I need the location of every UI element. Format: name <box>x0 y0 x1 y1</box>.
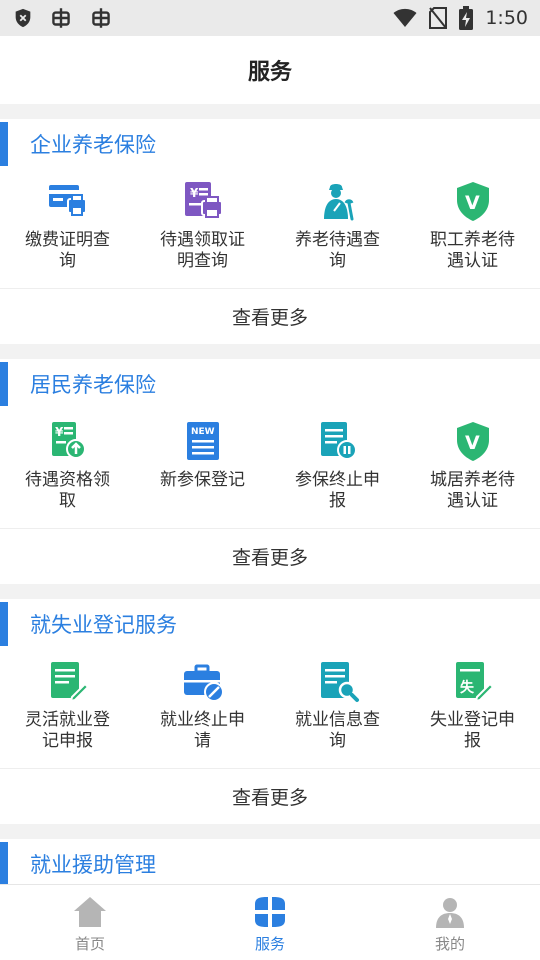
section-accent-bar <box>0 602 8 646</box>
profile-icon <box>436 898 464 928</box>
wifi-icon <box>393 8 417 27</box>
section-header: 企业养老保险 <box>0 119 540 169</box>
verified-shield-icon: V <box>456 422 489 461</box>
unemployment-edit-icon: 失 <box>455 662 494 703</box>
section-resident-pension: 居民养老保险 ¥ 待遇资格领取 NEW 新参保登记 参保终止申报 V 城居养老待… <box>0 359 540 584</box>
briefcase-stop-icon <box>183 664 224 702</box>
view-more-button[interactable]: 查看更多 <box>0 288 540 344</box>
no-sim-icon <box>429 7 448 29</box>
status-bar: 1:50 <box>0 0 540 36</box>
service-label: 待遇领取证明查询 <box>160 230 245 271</box>
service-unemployment-registration[interactable]: 失 失业登记申报 <box>405 659 540 768</box>
tab-label: 首页 <box>74 935 105 953</box>
service-employment-termination[interactable]: 就业终止申请 <box>135 659 270 768</box>
section-title: 就失业登记服务 <box>30 613 177 637</box>
service-payment-proof-query[interactable]: 缴费证明查询 <box>0 179 135 288</box>
tab-services[interactable]: 服务 <box>180 885 360 960</box>
battery-charging-icon <box>459 6 474 30</box>
section-employment-assistance: 就业援助管理 <box>0 839 540 884</box>
services-grid-icon <box>255 897 285 927</box>
page-title: 服务 <box>247 60 292 85</box>
svg-text:V: V <box>465 432 480 454</box>
section-header: 居民养老保险 <box>0 359 540 409</box>
yen-document-upload-icon: ¥ <box>51 422 86 459</box>
service-grid: ¥ 待遇资格领取 NEW 新参保登记 参保终止申报 V 城居养老待遇认证 <box>0 409 540 528</box>
tab-label: 服务 <box>254 935 285 953</box>
title-bar: 服务 <box>0 36 540 104</box>
view-more-button[interactable]: 查看更多 <box>0 528 540 584</box>
service-worker-pension-verification[interactable]: V 职工养老待遇认证 <box>405 179 540 288</box>
svg-text:V: V <box>465 192 480 214</box>
new-document-icon: NEW <box>186 422 219 460</box>
section-header: 就失业登记服务 <box>0 599 540 649</box>
service-new-enrollment[interactable]: NEW 新参保登记 <box>135 419 270 528</box>
svg-text:NEW: NEW <box>191 427 215 437</box>
document-search-icon <box>320 662 359 702</box>
section-enterprise-pension: 企业养老保险 缴费证明查询 ¥ 待遇领取证明查询 养老待遇查询 V 职工养老待遇… <box>0 119 540 344</box>
tab-label: 我的 <box>434 935 465 953</box>
clock: 1:50 <box>485 7 528 29</box>
elderly-person-icon <box>323 184 353 221</box>
service-grid: 灵活就业登记申报 就业终止申请 就业信息查询 失 失业登记申报 <box>0 649 540 768</box>
service-label: 灵活就业登记申报 <box>25 710 110 751</box>
section-title: 企业养老保险 <box>30 133 156 157</box>
svg-text:失: 失 <box>460 679 475 696</box>
service-flexible-employment-registration[interactable]: 灵活就业登记申报 <box>0 659 135 768</box>
section-accent-bar <box>0 362 8 406</box>
service-label: 待遇资格领取 <box>25 470 110 511</box>
section-title: 就业援助管理 <box>30 853 156 877</box>
service-label: 职工养老待遇认证 <box>430 230 515 271</box>
document-pause-icon <box>320 422 357 460</box>
service-label: 就业信息查询 <box>295 710 380 751</box>
service-urban-resident-pension-verification[interactable]: V 城居养老待遇认证 <box>405 419 540 528</box>
bug-icon <box>92 8 110 28</box>
bottom-tab-bar: 首页 服务 我的 <box>0 884 540 960</box>
home-icon <box>74 897 106 927</box>
service-enrollment-termination[interactable]: 参保终止申报 <box>270 419 405 528</box>
service-employment-info-query[interactable]: 就业信息查询 <box>270 659 405 768</box>
service-label: 就业终止申请 <box>160 710 245 751</box>
svg-text:¥: ¥ <box>190 186 199 200</box>
yen-printer-icon: ¥ <box>184 182 223 218</box>
service-benefit-eligibility-claim[interactable]: ¥ 待遇资格领取 <box>0 419 135 528</box>
service-label: 城居养老待遇认证 <box>430 470 515 511</box>
section-employment-registration: 就失业登记服务 灵活就业登记申报 就业终止申请 就业信息查询 失 失业登记申报 … <box>0 599 540 824</box>
card-printer-icon <box>48 185 87 216</box>
tab-profile[interactable]: 我的 <box>360 885 540 960</box>
service-label: 养老待遇查询 <box>295 230 380 271</box>
service-benefit-proof-query[interactable]: ¥ 待遇领取证明查询 <box>135 179 270 288</box>
view-more-button[interactable]: 查看更多 <box>0 768 540 824</box>
section-accent-bar <box>0 842 8 884</box>
shield-block-icon <box>15 8 31 28</box>
services-list[interactable]: 企业养老保险 缴费证明查询 ¥ 待遇领取证明查询 养老待遇查询 V 职工养老待遇… <box>0 104 540 884</box>
tab-home[interactable]: 首页 <box>0 885 180 960</box>
bug-icon <box>52 8 70 28</box>
svg-text:¥: ¥ <box>55 425 64 439</box>
service-label: 新参保登记 <box>160 470 245 490</box>
service-label: 缴费证明查询 <box>25 230 110 271</box>
section-title: 居民养老保险 <box>30 373 156 397</box>
section-header: 就业援助管理 <box>0 839 540 884</box>
service-label: 参保终止申报 <box>295 470 380 511</box>
verified-shield-icon: V <box>456 182 489 221</box>
section-accent-bar <box>0 122 8 166</box>
service-grid: 缴费证明查询 ¥ 待遇领取证明查询 养老待遇查询 V 职工养老待遇认证 <box>0 169 540 288</box>
service-pension-benefit-query[interactable]: 养老待遇查询 <box>270 179 405 288</box>
document-edit-icon <box>50 662 89 703</box>
service-label: 失业登记申报 <box>430 710 515 751</box>
